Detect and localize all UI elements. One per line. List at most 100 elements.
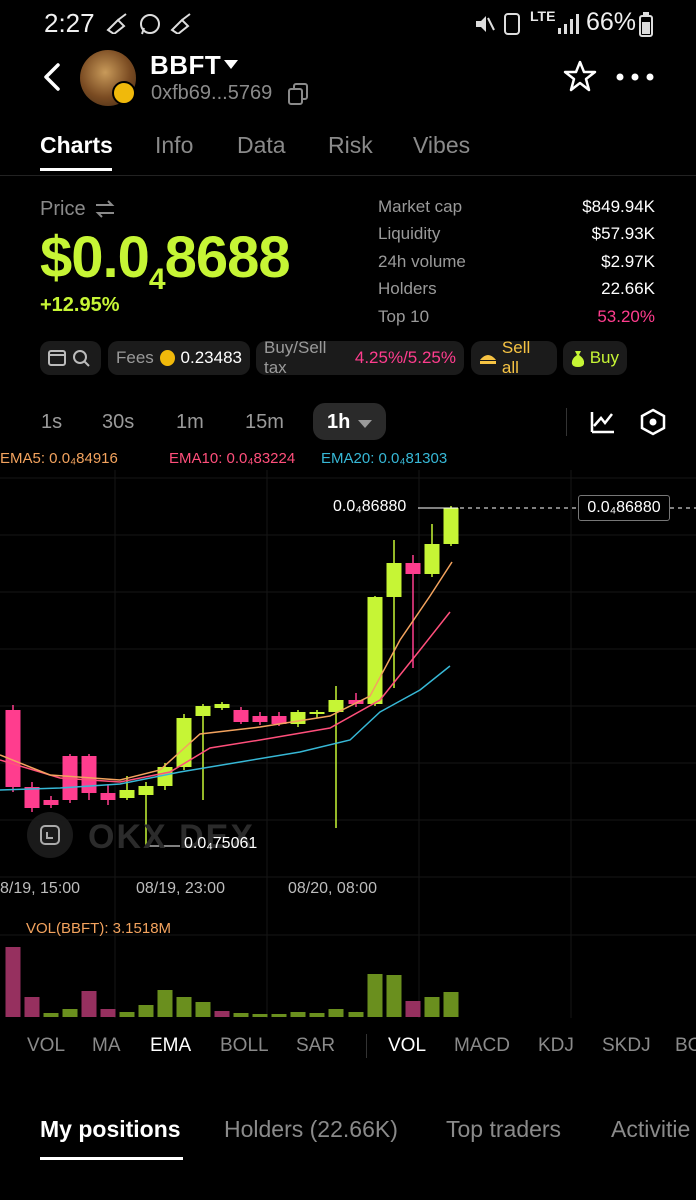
candle-body — [386, 563, 402, 597]
price-chart[interactable] — [0, 470, 696, 1022]
volume-bar — [386, 975, 402, 1017]
price-value: $0.048688 — [40, 225, 291, 296]
back-arrow-icon[interactable] — [38, 60, 68, 94]
buy-button[interactable]: Buy — [563, 341, 627, 375]
volume-bar — [348, 1012, 364, 1017]
current-price-tag: 0.0₄86880 — [578, 495, 670, 521]
volume-bar — [119, 1012, 135, 1017]
more-options-icon[interactable] — [616, 73, 654, 81]
tab-risk[interactable]: Risk — [328, 132, 373, 159]
indicator-chart-icon[interactable] — [590, 408, 616, 434]
stat-label-holders: Holders — [378, 279, 437, 298]
star-icon[interactable] — [563, 60, 597, 92]
stat-value-top10: 53.20% — [597, 307, 655, 326]
candle-body — [309, 712, 325, 714]
tab-vibes[interactable]: Vibes — [413, 132, 470, 159]
volume-bar — [443, 992, 459, 1017]
sub-indicator-kdj[interactable]: KDJ — [538, 1035, 574, 1057]
interval-30s[interactable]: 30s — [102, 411, 134, 434]
stat-value-market-cap: $849.94K — [582, 197, 655, 216]
tab-my-positions[interactable]: My positions — [40, 1116, 181, 1143]
volume-bar — [214, 1011, 230, 1017]
x-tick-label: 8/19, 15:00 — [0, 880, 81, 897]
indicator-vol[interactable]: VOL — [27, 1035, 65, 1057]
lte-icon: LTE — [530, 8, 556, 24]
sell-tax: 5.25% — [407, 348, 456, 367]
indicator-ma[interactable]: MA — [92, 1035, 121, 1057]
broom-icon — [170, 13, 191, 34]
candle-body — [119, 790, 135, 798]
stat-label-volume: 24h volume — [378, 252, 466, 271]
candle-body — [405, 563, 421, 574]
stat-value-holders: 22.66K — [601, 279, 655, 298]
volume-bar — [43, 1013, 59, 1017]
sub-indicator-skdj[interactable]: SKDJ — [602, 1035, 651, 1057]
copy-icon[interactable] — [287, 83, 309, 105]
bnb-chain-icon — [112, 81, 136, 105]
volume-bar — [24, 997, 40, 1017]
candle-body — [81, 756, 97, 793]
indicator-boll[interactable]: BOLL — [220, 1035, 269, 1057]
tab-data[interactable]: Data — [237, 132, 286, 159]
sub-indicator-vol[interactable]: VOL — [388, 1035, 426, 1057]
tab-top-traders[interactable]: Top traders — [446, 1116, 561, 1143]
stat-label-liquidity: Liquidity — [378, 224, 441, 243]
stat-value-liquidity: $57.93K — [591, 224, 655, 243]
interval-selected[interactable]: 1h — [327, 411, 350, 434]
settings-hexagon-icon[interactable] — [640, 408, 666, 436]
volume-bar — [195, 1002, 211, 1017]
volume-bar — [100, 1009, 116, 1017]
fees-value: 0.23483 — [180, 348, 242, 367]
signal-icon — [558, 14, 579, 34]
tab-holders[interactable]: Holders (22.66K) — [224, 1116, 398, 1143]
broom-icon — [106, 13, 127, 34]
tab-activities[interactable]: Activitie — [611, 1116, 690, 1143]
divider — [0, 175, 696, 176]
buy-tax: 4.25% — [354, 348, 404, 367]
browser-search-chip[interactable] — [40, 341, 101, 375]
token-name[interactable]: BBFT — [150, 50, 221, 81]
interval-15m[interactable]: 15m — [245, 411, 284, 434]
candle-body — [443, 508, 459, 544]
sub-indicator-boll[interactable]: BO — [675, 1035, 696, 1057]
candle-body — [138, 786, 154, 795]
tab-charts[interactable]: Charts — [40, 132, 113, 159]
indicator-ema[interactable]: EMA — [150, 1035, 191, 1057]
low-price-label: 0.0₄75061 — [184, 835, 258, 852]
sim-icon — [504, 13, 520, 35]
x-tick-label: 08/20, 08:00 — [288, 880, 377, 897]
battery-icon — [639, 12, 653, 37]
indicator-sar[interactable]: SAR — [296, 1035, 335, 1057]
high-price-label: 0.0₄86880 — [333, 498, 407, 515]
sub-indicator-macd[interactable]: MACD — [454, 1035, 510, 1057]
browser-icon — [48, 350, 66, 366]
candle-body — [43, 800, 59, 805]
interval-1m[interactable]: 1m — [176, 411, 204, 434]
candle-body — [214, 704, 230, 708]
volume-bar — [138, 1005, 154, 1017]
chevron-down-icon[interactable] — [358, 420, 372, 428]
whatsapp-icon — [140, 14, 160, 35]
fees-chip[interactable]: Fees 0.23483 — [108, 341, 250, 375]
sell-all-button[interactable]: Sell all — [471, 338, 557, 377]
fullscreen-icon — [40, 825, 60, 845]
x-tick-label: 08/19, 23:00 — [136, 880, 225, 897]
stat-label-top10: Top 10 — [378, 307, 430, 326]
fullscreen-button[interactable] — [27, 812, 73, 858]
chevron-down-icon[interactable] — [224, 60, 238, 70]
swap-icon[interactable] — [94, 199, 116, 219]
battery-percent: 66% — [586, 8, 637, 36]
volume-bars — [5, 947, 459, 1017]
volume-bar — [81, 991, 97, 1017]
fees-label: Fees — [116, 348, 154, 367]
status-time: 2:27 — [44, 8, 95, 38]
divider — [366, 1034, 367, 1058]
price-markers — [148, 507, 696, 847]
interval-1s[interactable]: 1s — [41, 411, 62, 434]
tax-chip[interactable]: Buy/Sell tax 4.25%/5.25% — [256, 338, 464, 377]
search-icon — [73, 350, 90, 367]
money-bag-icon — [571, 351, 584, 367]
volume-bar — [424, 997, 440, 1017]
volume-bar — [62, 1009, 78, 1017]
tab-info[interactable]: Info — [155, 132, 193, 159]
